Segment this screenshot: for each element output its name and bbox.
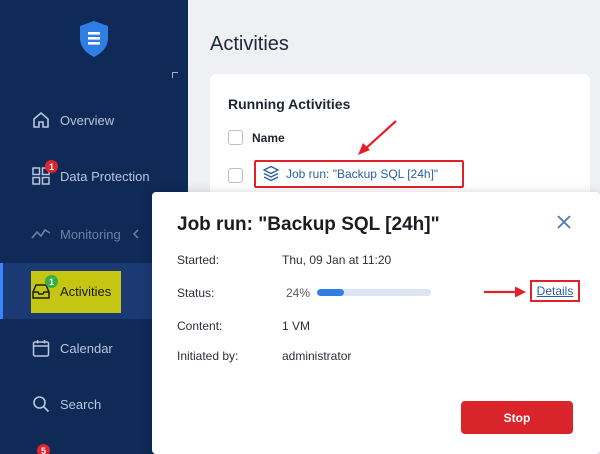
shield-logo-icon [80, 21, 108, 57]
job-run-link[interactable]: Job run: "Backup SQL [24h]" [254, 160, 464, 188]
annotation-arrow-icon [358, 120, 397, 155]
status-percent: 24% [286, 286, 311, 300]
job-run-dialog: Job run: "Backup SQL [24h]" Started: Thu… [152, 192, 600, 454]
details-link[interactable]: Details [530, 280, 580, 302]
column-header-name: Name [252, 131, 285, 145]
progress-fill [317, 289, 345, 296]
grid-icon: 1 [30, 160, 58, 187]
started-label: Started: [177, 253, 220, 267]
status-progress-bar [317, 289, 431, 296]
sidebar-item-label: Activities [60, 283, 112, 299]
inbox-icon: 1 [30, 275, 58, 302]
pulse-icon [30, 223, 52, 245]
notification-badge: 5 [37, 444, 50, 454]
initiated-value: administrator [282, 349, 352, 363]
annotation-arrow-icon [484, 286, 526, 298]
sidebar-item-label: Calendar [60, 340, 113, 356]
select-all-checkbox[interactable] [228, 130, 243, 145]
job-stack-icon [262, 165, 280, 182]
search-icon [30, 393, 52, 415]
job-run-link-label: Job run: "Backup SQL [24h]" [286, 167, 439, 181]
page-title: Activities [210, 33, 289, 55]
content-value: 1 VM [282, 319, 311, 333]
home-icon [30, 109, 52, 131]
sidebar-item-label: Search [60, 396, 102, 412]
close-button[interactable] [554, 212, 574, 232]
collapse-sidebar-icon[interactable] [172, 72, 178, 78]
sidebar-item-partial[interactable]: 5 [30, 440, 52, 454]
notification-badge: 1 [45, 160, 58, 173]
sidebar-item-label: Data Protection [60, 168, 150, 184]
started-value: Thu, 09 Jan at 11:20 [282, 253, 392, 267]
stop-button[interactable]: Stop [461, 401, 573, 434]
status-label: Status: [177, 286, 215, 300]
sidebar-item-label: Overview [60, 112, 115, 128]
sidebar-item-label: Monitoring [60, 226, 121, 242]
calendar-icon [30, 337, 52, 359]
details-link-label: Details [536, 284, 574, 298]
row-checkbox[interactable] [228, 168, 243, 183]
close-icon [557, 215, 571, 229]
initiated-label: Initiated by: [177, 349, 239, 363]
sidebar-item-overview[interactable]: Overview [0, 92, 188, 148]
notification-badge: 1 [45, 275, 58, 288]
content-label: Content: [177, 319, 223, 333]
section-title: Running Activities [228, 96, 351, 112]
chevron-left-icon [132, 229, 139, 239]
dialog-title: Job run: "Backup SQL [24h]" [177, 214, 440, 235]
